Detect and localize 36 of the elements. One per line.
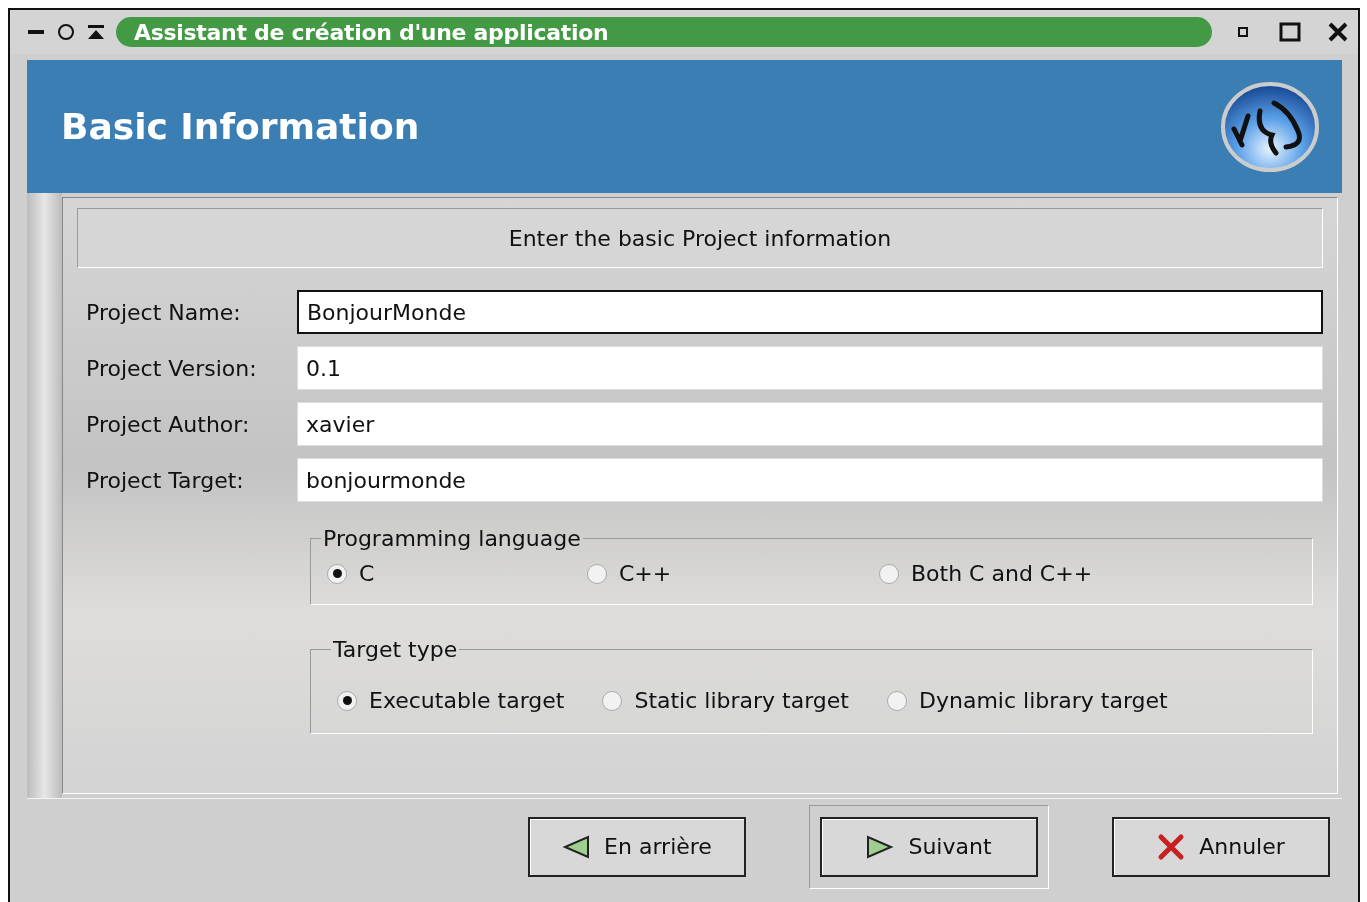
group-title: Target type xyxy=(332,637,459,662)
right-arrow-icon xyxy=(866,834,895,859)
shade-icon[interactable] xyxy=(86,22,106,42)
text-field[interactable]: 0.1 xyxy=(297,346,1323,390)
dialog-button[interactable]: En arrière xyxy=(528,816,746,877)
page-title: Basic Information xyxy=(61,106,420,147)
left-arrow-icon xyxy=(562,834,591,859)
field-label: Project Author: xyxy=(85,411,251,437)
circle-icon[interactable] xyxy=(56,22,76,42)
dialog-button[interactable]: Suivant xyxy=(820,816,1038,877)
text-field[interactable]: BonjourMonde xyxy=(297,290,1323,334)
text-field[interactable]: bonjourmonde xyxy=(297,458,1323,502)
radio-button[interactable] xyxy=(327,563,347,584)
radio-button[interactable] xyxy=(879,563,899,584)
radio-option[interactable]: Static library target xyxy=(602,688,849,713)
field-label: Project Version: xyxy=(85,355,258,381)
logo-icon xyxy=(1220,80,1320,173)
text-field[interactable]: xavier xyxy=(297,402,1323,446)
radio-option[interactable]: Dynamic library target xyxy=(887,688,1168,713)
radio-button[interactable] xyxy=(887,690,907,711)
field-label: Project Name: xyxy=(85,299,242,325)
radio-button[interactable] xyxy=(587,563,607,584)
radio-option[interactable]: Both C and C++ xyxy=(879,561,1312,586)
close-icon[interactable] xyxy=(1326,21,1350,43)
cross-icon xyxy=(1157,832,1186,861)
radio-button[interactable] xyxy=(337,690,357,711)
maximize-icon[interactable] xyxy=(1278,21,1302,43)
intro-text: Enter the basic Project information xyxy=(77,208,1323,268)
radio-option[interactable]: C++ xyxy=(587,561,879,586)
radio-option[interactable]: Executable target xyxy=(337,688,565,713)
group-title: Programming language xyxy=(322,526,582,551)
radio-option[interactable]: C xyxy=(327,561,587,586)
radio-button[interactable] xyxy=(602,690,623,711)
field-label: Project Target: xyxy=(85,467,245,493)
dialog-button[interactable]: Annuler xyxy=(1112,816,1330,877)
window-title: Assistant de création d'une application xyxy=(116,17,1212,47)
